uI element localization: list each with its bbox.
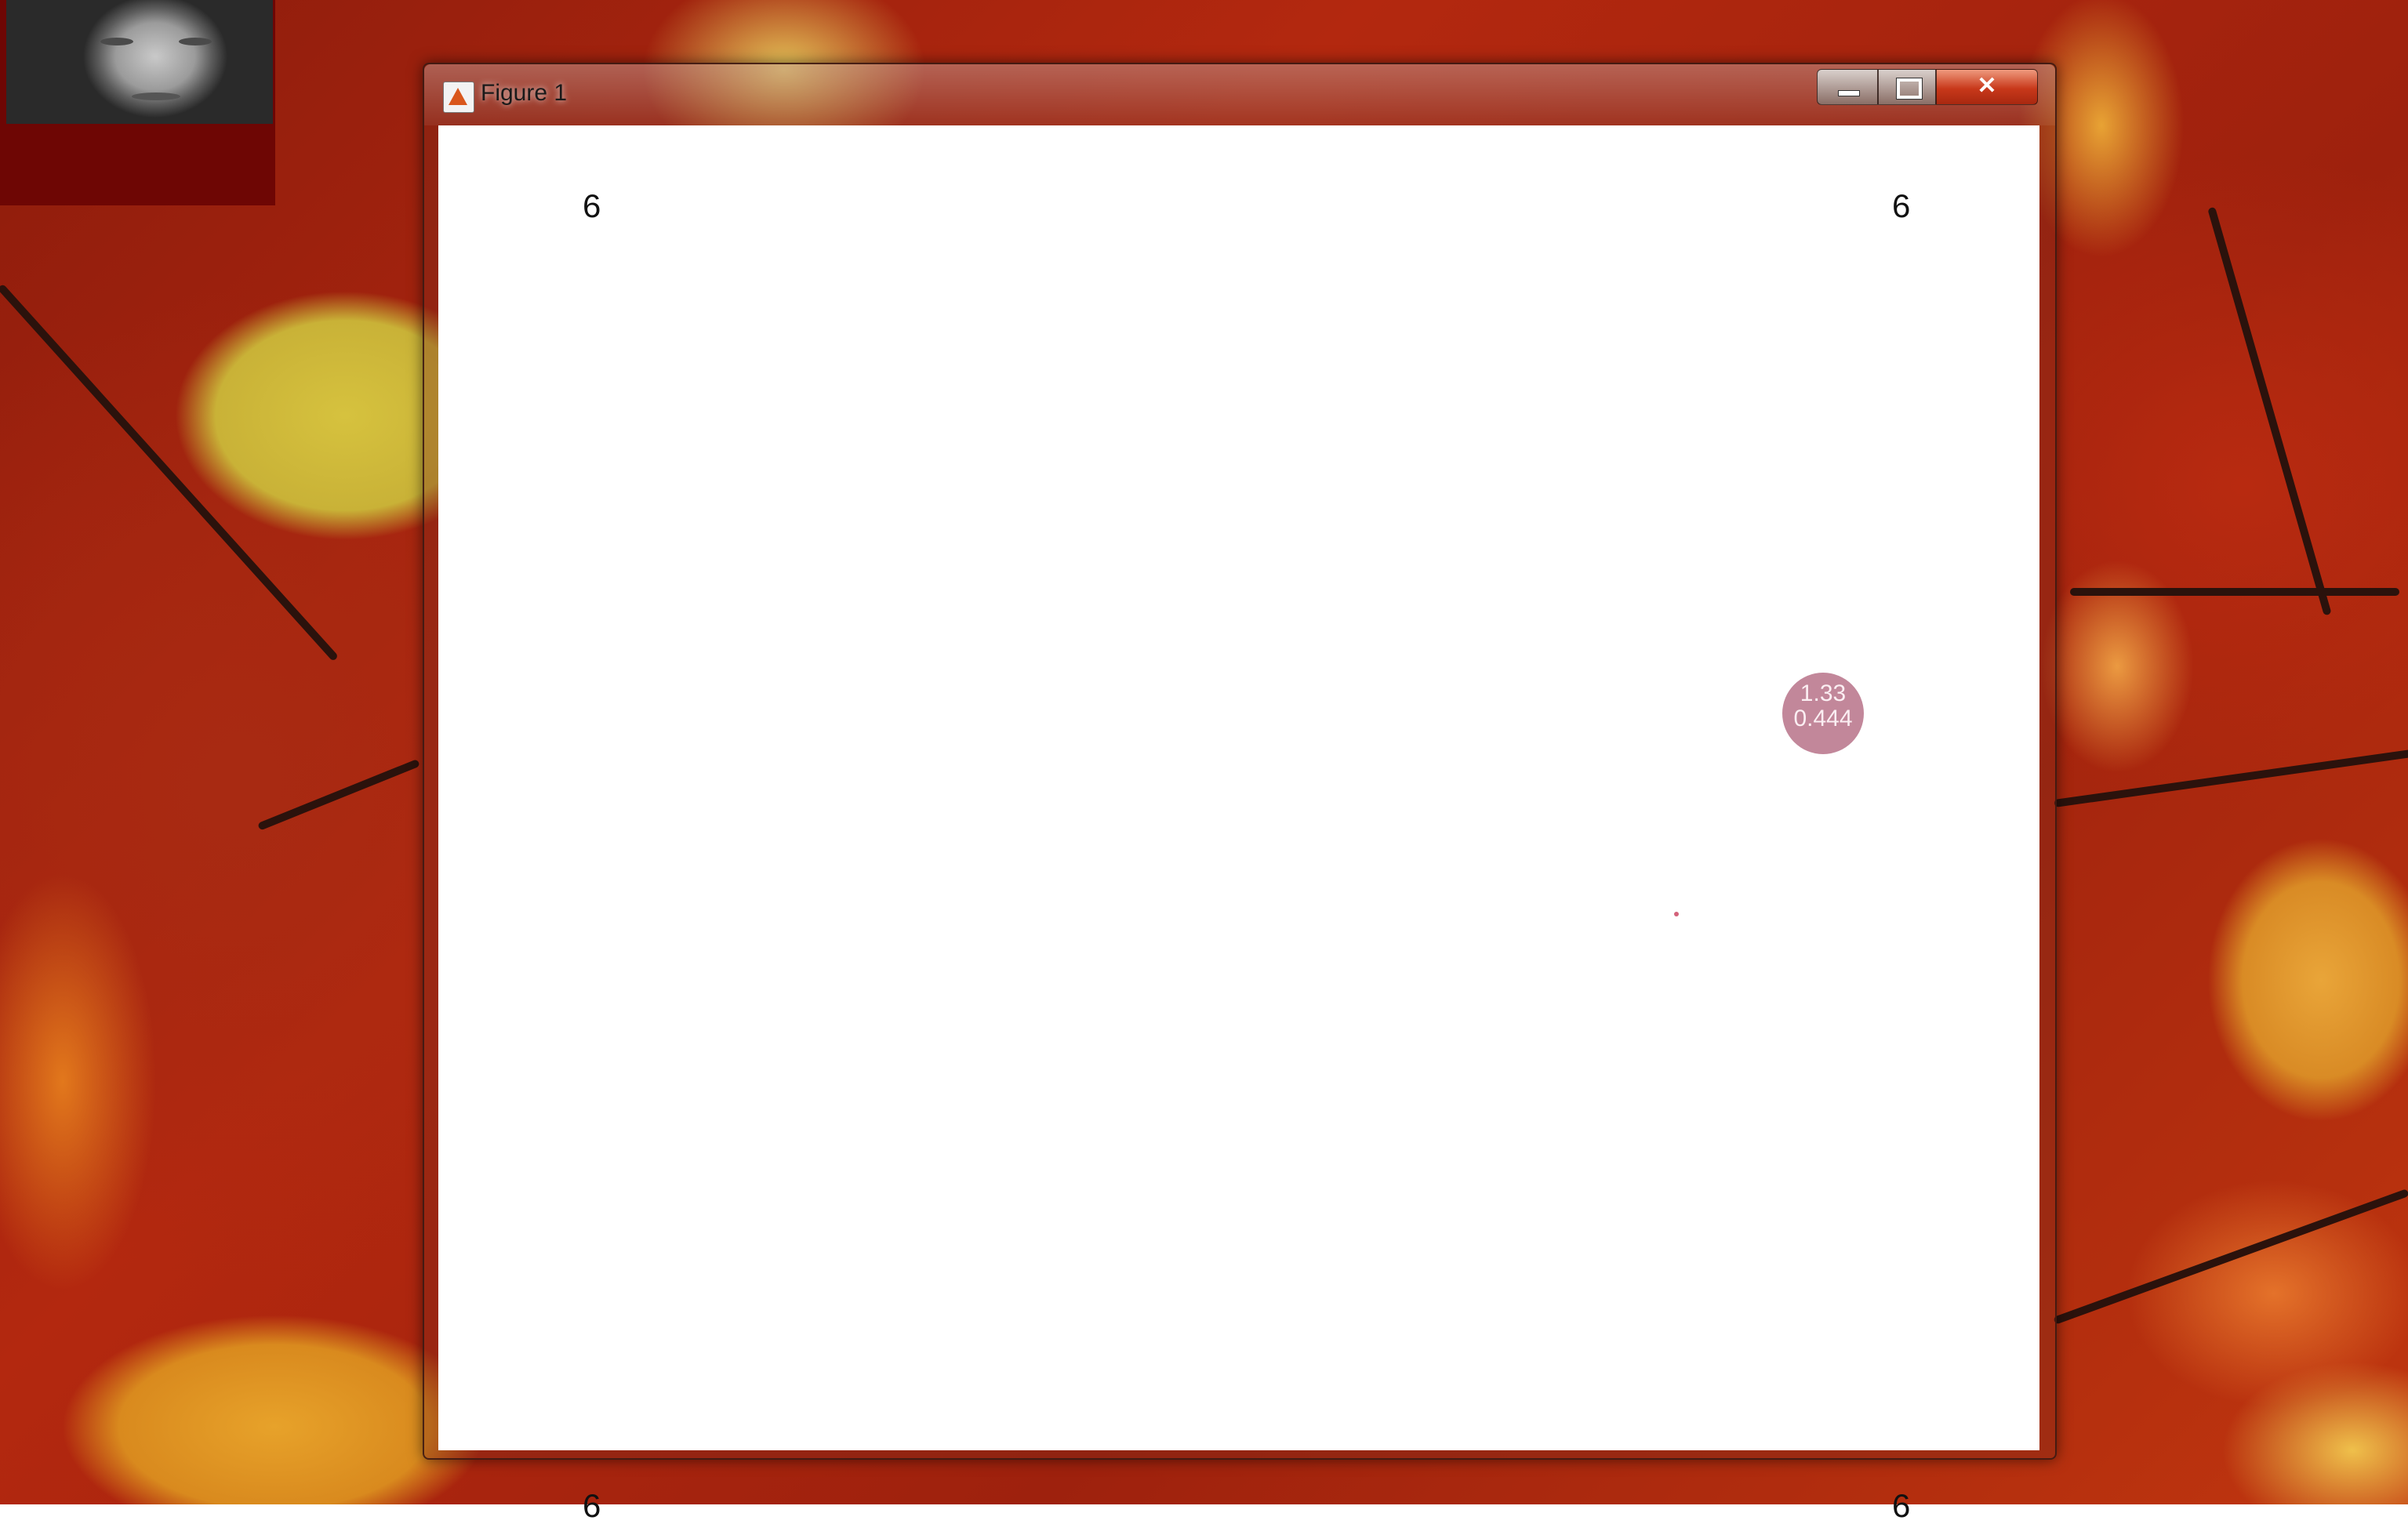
webcam-eye	[179, 38, 212, 45]
wallpaper-branch	[2054, 742, 2408, 807]
webcam-face-image	[6, 0, 273, 124]
figure-canvas[interactable]: 6 6 6 6 1.33 0.444	[438, 125, 2039, 1522]
wallpaper-branch	[2070, 588, 2399, 596]
matlab-icon[interactable]	[443, 82, 474, 113]
corner-label-bottom-left: 6	[583, 1487, 601, 1524]
minimize-button[interactable]	[1817, 69, 1878, 105]
webcam-mouth	[132, 93, 180, 100]
close-button[interactable]: ✕	[1936, 69, 2038, 105]
webcam-overlay	[0, 0, 275, 205]
corner-label-top-right: 6	[1892, 187, 1911, 224]
maximize-icon	[1896, 78, 1923, 100]
wallpaper-branch	[2207, 206, 2332, 616]
target-value-1: 1.33	[1800, 680, 1847, 706]
window-title: Figure 1	[481, 80, 568, 106]
wallpaper-branch	[2053, 1188, 2408, 1325]
corner-label-bottom-right: 6	[1892, 1487, 1911, 1524]
target-circle[interactable]: 1.33 0.444	[1782, 673, 1864, 754]
figure-window[interactable]: Figure 1 ✕ 6 6 6 6 1.33 0.444	[423, 63, 2057, 1522]
wallpaper-branch	[257, 758, 420, 831]
corner-label-top-left: 6	[583, 187, 601, 224]
fixation-dot	[1674, 912, 1679, 916]
title-bar[interactable]: Figure 1 ✕	[424, 64, 2055, 125]
minimize-icon	[1838, 90, 1860, 96]
target-value-2: 0.444	[1793, 706, 1853, 731]
close-icon: ✕	[1977, 73, 1997, 99]
wallpaper-branch	[0, 283, 339, 662]
maximize-button[interactable]	[1878, 69, 1936, 105]
webcam-eye	[100, 38, 133, 45]
